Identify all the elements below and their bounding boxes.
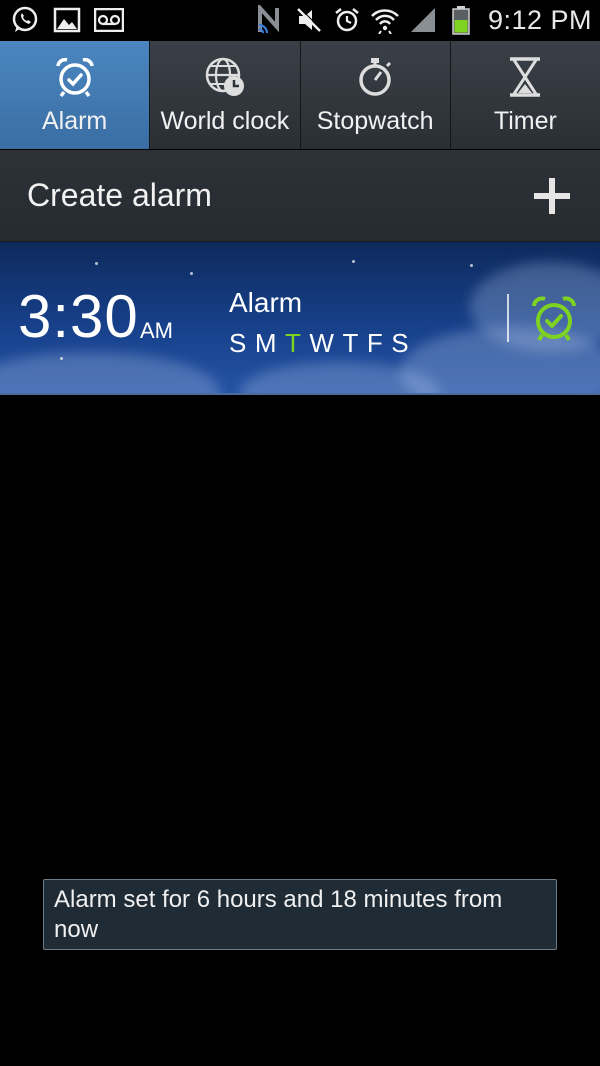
star-decoration: [95, 262, 98, 265]
tab-bar: Alarm World clock Stopwatch Timer: [0, 41, 600, 149]
tab-world-clock[interactable]: World clock: [150, 41, 301, 149]
alarm-time: 3:30: [18, 283, 139, 350]
tab-alarm[interactable]: Alarm: [0, 41, 151, 149]
alarm-day-mon: M: [254, 328, 278, 358]
tab-world-clock-label: World clock: [160, 107, 290, 135]
signal-icon: [408, 5, 438, 35]
star-decoration: [60, 357, 63, 360]
voicemail-icon: [94, 5, 124, 35]
alarm-list-item[interactable]: 3:30 AM Alarm S M T W T F S: [0, 242, 600, 395]
sky-cloud-decoration: [0, 352, 220, 393]
star-decoration: [352, 260, 355, 263]
create-alarm-row[interactable]: Create alarm: [0, 150, 600, 242]
plus-icon[interactable]: [532, 176, 572, 216]
whatsapp-icon: [10, 5, 40, 35]
star-decoration: [190, 272, 193, 275]
tab-alarm-label: Alarm: [41, 107, 108, 135]
alarm-name: Alarm: [229, 287, 303, 318]
alarm-ampm: AM: [140, 318, 173, 343]
alarm-clock-icon: [53, 55, 97, 99]
alarm-icon: [332, 5, 362, 35]
alarm-divider: [507, 294, 509, 342]
globe-clock-icon: [203, 55, 247, 99]
status-time: 9:12 PM: [487, 4, 592, 35]
tab-timer[interactable]: Timer: [450, 41, 600, 149]
alarm-day-sat: S: [391, 328, 410, 358]
toast-message: Alarm set for 6 hours and 18 minutes fro…: [43, 879, 557, 950]
wifi-icon: [370, 5, 400, 35]
star-decoration: [470, 264, 473, 267]
status-bar: 9:12 PM: [0, 0, 600, 40]
battery-icon: [446, 5, 476, 35]
tab-stopwatch[interactable]: Stopwatch: [300, 41, 451, 149]
alarm-day-thu: T: [342, 328, 359, 358]
mute-icon: [294, 5, 324, 35]
create-alarm-label: Create alarm: [27, 177, 212, 213]
alarm-repeat-days: S M T W T F S: [229, 328, 409, 359]
stopwatch-icon: [353, 55, 397, 99]
alarm-day-wed: W: [309, 328, 335, 358]
alarm-day-tue: T: [285, 328, 302, 358]
alarm-day-sun: S: [229, 328, 247, 358]
tab-timer-label: Timer: [493, 107, 557, 135]
nfc-icon: [256, 5, 286, 35]
gallery-icon: [52, 5, 82, 35]
tab-stopwatch-label: Stopwatch: [316, 107, 434, 135]
hourglass-icon: [503, 55, 547, 99]
alarm-day-fri: F: [366, 328, 384, 358]
alarm-on-icon[interactable]: [529, 294, 579, 344]
clock-app-screen: 9:12 PM Alarm World clock Stopwatch Time…: [0, 0, 600, 1066]
